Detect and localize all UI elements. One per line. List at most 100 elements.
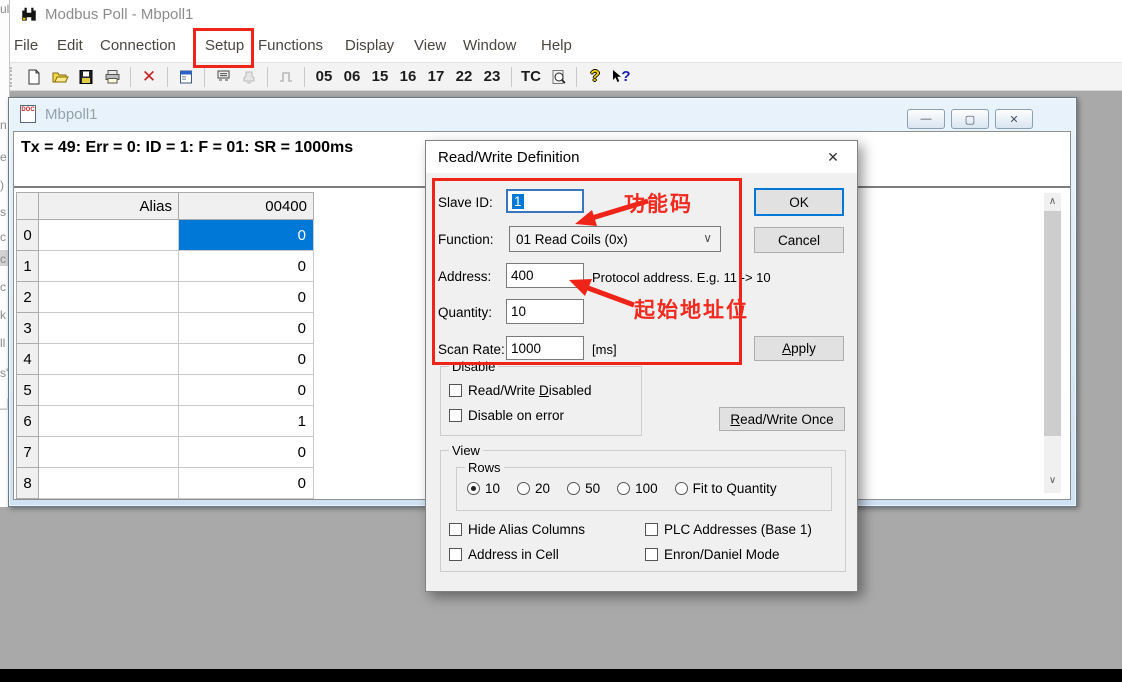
context-help-icon[interactable]: ?	[609, 65, 633, 89]
doc-titlebar[interactable]: DOC Mbpoll1 — ▢ ✕	[9, 98, 1076, 131]
alias-cell[interactable]	[39, 220, 179, 251]
row-header[interactable]: 2	[17, 282, 39, 313]
cancel-button[interactable]: Cancel	[754, 227, 844, 253]
address-in-cell-label: Address in Cell	[468, 547, 559, 562]
display-setup-icon[interactable]	[174, 65, 198, 89]
row-header[interactable]: 0	[17, 220, 39, 251]
rows-radio-fit-to-quantity[interactable]: Fit to Quantity	[675, 481, 777, 496]
dialog-titlebar[interactable]: Read/Write Definition ✕	[426, 141, 857, 173]
menu-view[interactable]: View	[414, 37, 446, 54]
menu-help[interactable]: Help	[541, 37, 572, 54]
rows-radio-50[interactable]: 50	[567, 481, 600, 496]
alias-cell[interactable]	[39, 375, 179, 406]
ok-button[interactable]: OK	[754, 188, 844, 216]
slave-id-input[interactable]: 1	[506, 189, 584, 213]
alias-cell[interactable]	[39, 282, 179, 313]
help-icon[interactable]: ?	[583, 65, 607, 89]
poll-once-icon[interactable]	[211, 65, 235, 89]
scrollbar-thumb[interactable]	[1044, 211, 1061, 436]
value-cell[interactable]: 0	[179, 468, 314, 499]
scan-rate-input[interactable]: 1000	[506, 336, 584, 360]
value-cell[interactable]: 0	[179, 344, 314, 375]
doc-icon: DOC	[20, 105, 36, 123]
toolbar-function-16[interactable]: 16	[395, 65, 421, 89]
alias-cell[interactable]	[39, 406, 179, 437]
menu-setup[interactable]: Setup	[205, 37, 244, 54]
main-titlebar[interactable]: Modbus Poll - Mbpoll1	[9, 0, 1122, 30]
enron-daniel-mode-checkbox[interactable]: Enron/Daniel Mode	[645, 547, 780, 562]
toolbar-function-15[interactable]: 15	[367, 65, 393, 89]
row-header[interactable]: 5	[17, 375, 39, 406]
print-icon[interactable]	[100, 65, 124, 89]
rows-group: Rows 10 20 50 100 Fit to Quantity	[456, 467, 832, 511]
menu-edit[interactable]: Edit	[57, 37, 83, 54]
address-input[interactable]: 400	[506, 263, 584, 288]
rw-disabled-rest: isabled	[549, 383, 592, 398]
hide-alias-columns-checkbox[interactable]: Hide Alias Columns	[449, 522, 585, 537]
menu-window[interactable]: Window	[463, 37, 516, 54]
pulse-icon[interactable]	[274, 65, 298, 89]
row-header[interactable]: 8	[17, 468, 39, 499]
scroll-down-icon[interactable]: ∨	[1044, 472, 1061, 489]
apply-mnemonic: A	[782, 341, 791, 356]
plc-addresses-checkbox[interactable]: PLC Addresses (Base 1)	[645, 522, 812, 537]
menu-connection[interactable]: Connection	[100, 37, 176, 54]
address-label: Address:	[438, 269, 491, 284]
open-file-icon[interactable]	[48, 65, 72, 89]
value-cell[interactable]: 0	[179, 375, 314, 406]
read-write-once-button[interactable]: Read/Write Once	[719, 407, 845, 431]
delete-icon[interactable]: ✕	[137, 65, 161, 89]
row-header[interactable]: 7	[17, 437, 39, 468]
value-column-header[interactable]: 00400	[179, 193, 314, 220]
toolbar-function-17[interactable]: 17	[423, 65, 449, 89]
dialog-close-icon[interactable]: ✕	[821, 147, 845, 167]
grid-corner-cell[interactable]	[17, 193, 39, 220]
disable-on-error-checkbox[interactable]: Disable on error	[449, 408, 564, 423]
row-header[interactable]: 6	[17, 406, 39, 437]
alias-cell[interactable]	[39, 251, 179, 282]
radio	[675, 482, 688, 495]
alias-column-header[interactable]: Alias	[39, 193, 179, 220]
read-write-disabled-checkbox[interactable]: Read/Write Disabled	[449, 383, 592, 398]
toolbar-function-22[interactable]: 22	[451, 65, 477, 89]
restore-button[interactable]: ▢	[951, 109, 989, 129]
save-icon[interactable]	[74, 65, 98, 89]
value-cell[interactable]: 0	[179, 437, 314, 468]
value-cell[interactable]: 1	[179, 406, 314, 437]
menu-file[interactable]: File	[14, 37, 38, 54]
function-dropdown[interactable]: 01 Read Coils (0x) ∨	[509, 226, 721, 252]
close-button[interactable]: ✕	[995, 109, 1033, 129]
value-cell[interactable]: 0	[179, 251, 314, 282]
row-header[interactable]: 1	[17, 251, 39, 282]
toolbar-function-05[interactable]: 05	[311, 65, 337, 89]
edge-text-fragment: e	[0, 150, 7, 164]
address-in-cell-checkbox[interactable]: Address in Cell	[449, 547, 559, 562]
value-cell[interactable]: 0	[179, 313, 314, 344]
alias-cell[interactable]	[39, 468, 179, 499]
apply-button[interactable]: Apply	[754, 336, 844, 361]
quantity-input[interactable]: 10	[506, 299, 584, 324]
rows-radio-10[interactable]: 10	[467, 481, 500, 496]
toolbar-function-06[interactable]: 06	[339, 65, 365, 89]
value-cell-selected[interactable]: 0	[179, 220, 314, 251]
row-header[interactable]: 4	[17, 344, 39, 375]
test-center-button[interactable]: TC	[518, 65, 544, 89]
menu-display[interactable]: Display	[345, 37, 394, 54]
minimize-button[interactable]: —	[907, 109, 945, 129]
value-cell[interactable]: 0	[179, 282, 314, 313]
edge-text-fragment: )	[0, 178, 4, 192]
rows-radio-20[interactable]: 20	[517, 481, 550, 496]
communication-log-icon[interactable]	[546, 65, 570, 89]
alias-cell[interactable]	[39, 437, 179, 468]
new-file-icon[interactable]	[22, 65, 46, 89]
row-header[interactable]: 3	[17, 313, 39, 344]
alias-cell[interactable]	[39, 344, 179, 375]
scroll-up-icon[interactable]: ∧	[1044, 193, 1061, 210]
toolbar-function-23[interactable]: 23	[479, 65, 505, 89]
rows-radio-100[interactable]: 100	[617, 481, 658, 496]
annotation-function-code: 功能码	[624, 188, 693, 218]
menu-functions[interactable]: Functions	[258, 37, 323, 54]
alias-cell[interactable]	[39, 313, 179, 344]
poll-stop-icon[interactable]	[237, 65, 261, 89]
vertical-scrollbar[interactable]: ∧ ∨	[1044, 193, 1061, 493]
